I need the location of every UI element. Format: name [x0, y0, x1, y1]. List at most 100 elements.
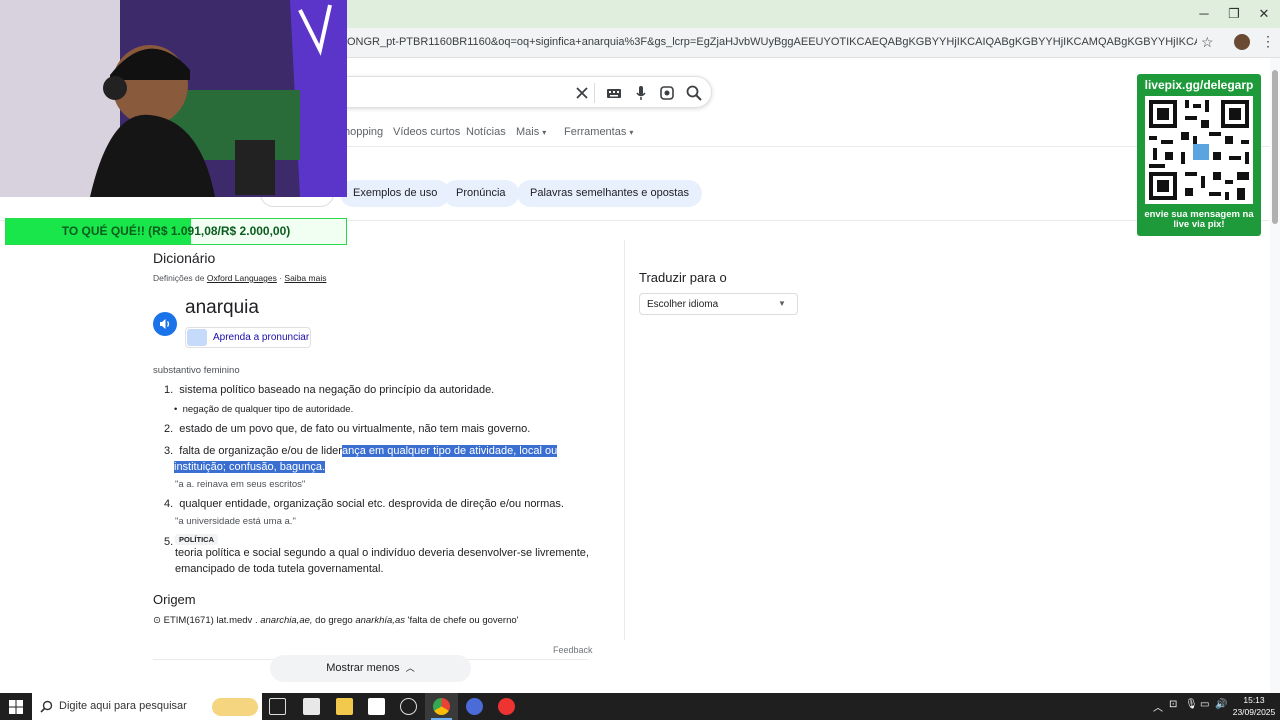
- pronounce-illustration-icon: [187, 329, 207, 346]
- politics-tag: POLÍTICA: [175, 534, 218, 545]
- definition-3-selected-2: instituição; confusão, bagunça.: [174, 461, 326, 473]
- clear-icon[interactable]: [572, 83, 592, 103]
- source-prefix: Definições de: [153, 273, 205, 283]
- definition-4: 4. qualquer entidade, organização social…: [164, 498, 564, 510]
- part-of-speech: substantivo feminino: [153, 365, 240, 376]
- store-icon[interactable]: [368, 698, 385, 715]
- definition-3-text: falta de organização e/ou de lider: [179, 445, 342, 457]
- tab-shopping[interactable]: hopping: [344, 126, 383, 138]
- profile-avatar[interactable]: [1234, 34, 1250, 50]
- chip-usage-examples[interactable]: Exemplos de uso: [340, 180, 451, 207]
- search-icon: [40, 700, 53, 713]
- menu-dots-icon[interactable]: ⋮: [1261, 33, 1275, 50]
- definition-4-example: "a universidade está uma a.": [175, 516, 296, 527]
- definition-1-sub-text: negação de qualquer tipo de autoridade.: [182, 404, 354, 415]
- origin-end: 'falta de chefe ou governo': [407, 615, 519, 626]
- volume-icon[interactable]: 🔊: [1215, 699, 1227, 710]
- taskbar-time[interactable]: 15:13: [1234, 695, 1274, 705]
- definition-3-selected-1: ança em qualquer tipo de atividade, loca…: [341, 445, 558, 457]
- url-text[interactable]: ONGR_pt-PTBR1160BR1160&oq=oq+siginfica+a…: [347, 36, 1197, 48]
- chrome-active-tile[interactable]: [425, 693, 458, 720]
- minimize-button[interactable]: ─: [1188, 4, 1220, 24]
- learn-pronounce-button[interactable]: Aprenda a pronunciar: [185, 327, 311, 348]
- close-window-button[interactable]: ✕: [1248, 4, 1280, 24]
- qr-message: envie sua mensagem na live via pix!: [1144, 209, 1254, 230]
- task-view-icon[interactable]: [269, 698, 286, 715]
- origin-mid: do grego: [315, 615, 353, 626]
- taskbar-date[interactable]: 23/09/2025: [1230, 707, 1278, 717]
- taskbar-search-placeholder: Digite aqui para pesquisar: [59, 700, 187, 712]
- taskbar-search[interactable]: Digite aqui para pesquisar: [32, 693, 262, 720]
- lens-icon[interactable]: [657, 83, 677, 103]
- recording-app-icon[interactable]: [498, 698, 515, 715]
- definition-4-text: qualquer entidade, organização social et…: [179, 498, 564, 510]
- caret-down-icon: ▾: [542, 128, 547, 137]
- keyboard-icon[interactable]: [604, 83, 624, 103]
- definition-5-line2: emancipado de toda tutela governamental.: [175, 563, 384, 575]
- definition-3-example: "a a. reinava em seus escritos": [175, 479, 306, 490]
- tab-more[interactable]: Mais ▾: [516, 126, 546, 138]
- chevron-up-icon: ︿: [405, 663, 415, 673]
- search-box[interactable]: [340, 76, 712, 108]
- language-select-value: Escolher idioma: [647, 299, 719, 310]
- file-explorer-icon[interactable]: [336, 698, 353, 715]
- tray-chevron-icon[interactable]: ︿: [1153, 699, 1163, 714]
- definition-2-text: estado de um povo que, de fato ou virtua…: [179, 423, 531, 435]
- clock-icon: ⊙: [153, 615, 161, 626]
- panel-divider: [624, 240, 625, 640]
- tab-tools-label: Ferramentas: [564, 126, 627, 138]
- definition-3: 3. falta de organização e/ou de lideranç…: [164, 445, 558, 457]
- origin-prefix: ETIM(1671) lat.medv .: [163, 615, 258, 626]
- weather-widget-icon[interactable]: [212, 698, 258, 716]
- scrollbar-thumb[interactable]: [1272, 70, 1278, 224]
- qr-code-icon: [1145, 96, 1253, 204]
- search-icon[interactable]: [684, 83, 704, 103]
- tab-short-videos[interactable]: Vídeos curtos: [393, 126, 460, 138]
- definition-2: 2. estado de um povo que, de fato ou vir…: [164, 423, 531, 435]
- translate-title: Traduzir para o: [639, 270, 727, 285]
- show-less-button[interactable]: Mostrar menos ︿: [270, 655, 471, 682]
- definition-5-line1: teoria política e social segundo a qual …: [175, 547, 589, 559]
- tab-more-label: Mais: [516, 126, 540, 138]
- speaker-icon: [160, 319, 170, 329]
- webcam-scene: [0, 0, 347, 197]
- calculator-icon[interactable]: [303, 698, 320, 715]
- origin-latin: anarchia,ae,: [260, 615, 313, 626]
- definition-5-number: 5.: [164, 536, 174, 548]
- tab-news[interactable]: Notícias: [466, 126, 506, 138]
- chrome-profile-icon[interactable]: [466, 698, 483, 715]
- feedback-link[interactable]: Feedback: [553, 645, 593, 655]
- windows-start-icon[interactable]: [9, 700, 23, 714]
- tray-monitor-icon[interactable]: ▭: [1200, 699, 1209, 710]
- tab-tools[interactable]: Ferramentas ▾: [564, 126, 633, 138]
- show-less-label: Mostrar menos: [326, 662, 400, 674]
- origin-greek: anarkhía,as: [355, 615, 405, 626]
- learn-more-link[interactable]: Saiba mais: [284, 273, 326, 283]
- play-pronunciation-button[interactable]: [153, 312, 177, 336]
- taskbar: Digite aqui para pesquisar ︿ ⊡ 🎙 ▭ 🔊 15:…: [0, 693, 1280, 720]
- page-scrollbar[interactable]: [1270, 58, 1280, 693]
- definition-1: 1. sistema político baseado na negação d…: [164, 384, 495, 396]
- chip-pronunciation[interactable]: Pronúncia: [443, 180, 519, 207]
- dictionary-heading: Dicionário: [153, 250, 216, 266]
- bookmark-star-icon[interactable]: ☆: [1201, 34, 1214, 51]
- donation-goal-bar: TO QUÉ QUÉ!! (R$ 1.091,08/R$ 2.000,00): [5, 218, 347, 245]
- dictionary-source: Definições de Oxford Languages · Saiba m…: [153, 273, 327, 283]
- tray-network-icon[interactable]: ⊡: [1169, 699, 1177, 710]
- donation-goal-text: TO QUÉ QUÉ!! (R$ 1.091,08/R$ 2.000,00): [61, 224, 291, 238]
- caret-down-icon: ▼: [778, 299, 786, 308]
- restore-button[interactable]: ❐: [1218, 4, 1250, 24]
- webcam-overlay: [0, 0, 347, 197]
- oxford-link[interactable]: Oxford Languages: [207, 273, 277, 283]
- search-divider: [594, 83, 595, 103]
- microphone-icon[interactable]: [631, 83, 651, 103]
- qr-title: livepix.gg/delegarp: [1144, 78, 1254, 92]
- chip-similar-words[interactable]: Palavras semelhantes e opostas: [517, 180, 702, 207]
- obs-icon[interactable]: [400, 698, 417, 715]
- word-title: anarquia: [185, 297, 259, 318]
- tray-mic-icon[interactable]: 🎙: [1185, 699, 1198, 710]
- caret-down-icon: ▾: [629, 128, 634, 137]
- learn-pronounce-label: Aprenda a pronunciar: [213, 332, 310, 343]
- origin-title: Origem: [153, 592, 196, 607]
- language-select[interactable]: Escolher idioma ▼: [639, 293, 798, 315]
